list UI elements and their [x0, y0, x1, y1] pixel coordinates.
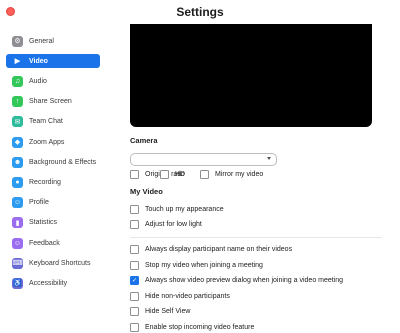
- window-title: Settings: [176, 5, 224, 19]
- checkbox-enable-stop-incoming-video-feature[interactable]: Enable stop incoming video feature: [130, 322, 254, 333]
- checkbox-adjust-for-low-light[interactable]: Adjust for low light: [130, 219, 202, 230]
- sidebar-item-label: Keyboard Shortcuts: [29, 259, 91, 267]
- accessibility-icon: ♿: [12, 277, 23, 289]
- my-video-heading: My Video: [130, 187, 163, 196]
- checkbox-label: Touch up my appearance: [145, 206, 224, 213]
- sidebar-item-zoom-apps[interactable]: ◆ Zoom Apps: [6, 135, 100, 149]
- checkbox-label: HD: [175, 171, 186, 178]
- close-window-button[interactable]: [6, 7, 15, 16]
- sidebar-item-share-screen[interactable]: ↑ Share Screen: [6, 95, 100, 109]
- checkbox-label: Adjust for low light: [145, 221, 202, 228]
- checkbox-empty-icon[interactable]: [130, 260, 139, 270]
- sidebar-item-label: Share Screen: [29, 98, 72, 106]
- sidebar-item-label: Team Chat: [29, 118, 63, 126]
- video-camera-icon: ▶: [14, 58, 21, 66]
- checkbox-empty-icon[interactable]: [160, 170, 169, 179]
- sidebar-item-video[interactable]: ▶ Video: [6, 54, 100, 69]
- checkbox-label: Stop my video when joining a meeting: [145, 261, 263, 269]
- video-preview: [130, 24, 372, 127]
- checkbox-empty-icon[interactable]: [130, 245, 139, 254]
- sidebar-item-accessibility[interactable]: ♿ Accessibility: [6, 276, 100, 290]
- checkbox-hide-non-video-participants[interactable]: Hide non-video participants: [130, 291, 230, 302]
- checkbox-label: Enable stop incoming video feature: [145, 324, 255, 331]
- chevron-down-icon: [267, 157, 271, 160]
- sidebar-item-label: General: [29, 37, 54, 45]
- checkbox-hd[interactable]: HD: [160, 169, 185, 180]
- checkbox-label: Mirror my video: [215, 171, 264, 178]
- divider: [130, 237, 382, 238]
- sidebar-item-label: Accessibility: [29, 279, 68, 287]
- person-background-icon: ☻: [12, 156, 23, 168]
- checkbox-empty-icon[interactable]: [130, 205, 139, 214]
- sidebar-item-label: Profile: [29, 199, 49, 207]
- checkbox-touch-up-my-appearance[interactable]: Touch up my appearance: [130, 204, 224, 215]
- sidebar-item-statistics[interactable]: ▮ Statistics: [6, 216, 100, 230]
- checkbox-label: Hide non-video participants: [145, 292, 230, 300]
- checkbox-empty-icon[interactable]: [130, 323, 139, 332]
- camera-heading: Camera: [130, 136, 158, 145]
- checkbox-empty-icon[interactable]: [130, 291, 139, 301]
- sidebar-item-team-chat[interactable]: ✉ Team Chat: [6, 115, 100, 129]
- checkbox-label: Always display participant name on their…: [145, 246, 293, 253]
- checkbox-hide-self-view[interactable]: Hide Self View: [130, 306, 190, 317]
- checkbox-checked-icon[interactable]: ✓: [130, 276, 139, 286]
- camera-select[interactable]: [130, 153, 277, 166]
- checkbox-label: Always show video preview dialog when jo…: [145, 277, 344, 285]
- apps-icon: ◆: [12, 136, 23, 148]
- sidebar-item-background-effects[interactable]: ☻ Background & Effects: [6, 155, 100, 169]
- sidebar-item-audio[interactable]: ♫ Audio: [6, 74, 100, 88]
- sidebar-item-label: Recording: [29, 178, 61, 186]
- sidebar-item-label: Zoom Apps: [29, 138, 65, 146]
- gear-icon: ⚙: [12, 35, 23, 47]
- sidebar-item-label: Video: [29, 57, 48, 65]
- checkbox-empty-icon[interactable]: [130, 307, 139, 317]
- headphones-icon: ♫: [12, 75, 23, 87]
- sidebar: ⚙ General ▶ Video ♫ Audio ↑ Share Screen ✉ Team C…: [0, 24, 106, 332]
- statistics-icon: ▮: [12, 217, 23, 229]
- sidebar-item-general[interactable]: ⚙ General: [6, 34, 100, 48]
- keyboard-icon: ⌨: [12, 257, 23, 269]
- profile-icon: ☺: [12, 197, 23, 209]
- sidebar-item-profile[interactable]: ☺ Profile: [6, 196, 100, 210]
- sidebar-item-recording[interactable]: ● Recording: [6, 175, 100, 189]
- checkbox-always-display-participant-name-on-their-videos[interactable]: Always display participant name on their…: [130, 244, 292, 255]
- sidebar-item-label: Statistics: [29, 219, 58, 227]
- share-screen-icon: ↑: [12, 96, 23, 108]
- checkbox-mirror-my-video[interactable]: Mirror my video: [200, 169, 263, 180]
- sidebar-item-label: Background & Effects: [29, 158, 97, 166]
- sidebar-item-keyboard-shortcuts[interactable]: ⌨ Keyboard Shortcuts: [6, 256, 100, 270]
- checkbox-always-show-video-preview-dialog-when-joining-a-video-meeting[interactable]: ✓ Always show video preview dialog when j…: [130, 275, 343, 286]
- checkbox-stop-my-video-when-joining-a-meeting[interactable]: Stop my video when joining a meeting: [130, 260, 263, 271]
- title-bar: Settings: [0, 0, 400, 24]
- chat-icon: ✉: [12, 116, 23, 128]
- sidebar-item-feedback[interactable]: ☺ Feedback: [6, 236, 100, 250]
- record-icon: ●: [12, 176, 23, 188]
- checkbox-empty-icon[interactable]: [200, 170, 209, 179]
- sidebar-item-label: Audio: [29, 77, 47, 85]
- checkbox-label: Hide Self View: [145, 308, 191, 316]
- checkbox-empty-icon[interactable]: [130, 170, 139, 179]
- video-settings-panel: Camera Original ratio HD Mirror my video M…: [106, 24, 400, 332]
- checkbox-empty-icon[interactable]: [130, 220, 139, 229]
- feedback-icon: ☺: [12, 237, 23, 249]
- sidebar-item-label: Feedback: [29, 239, 60, 247]
